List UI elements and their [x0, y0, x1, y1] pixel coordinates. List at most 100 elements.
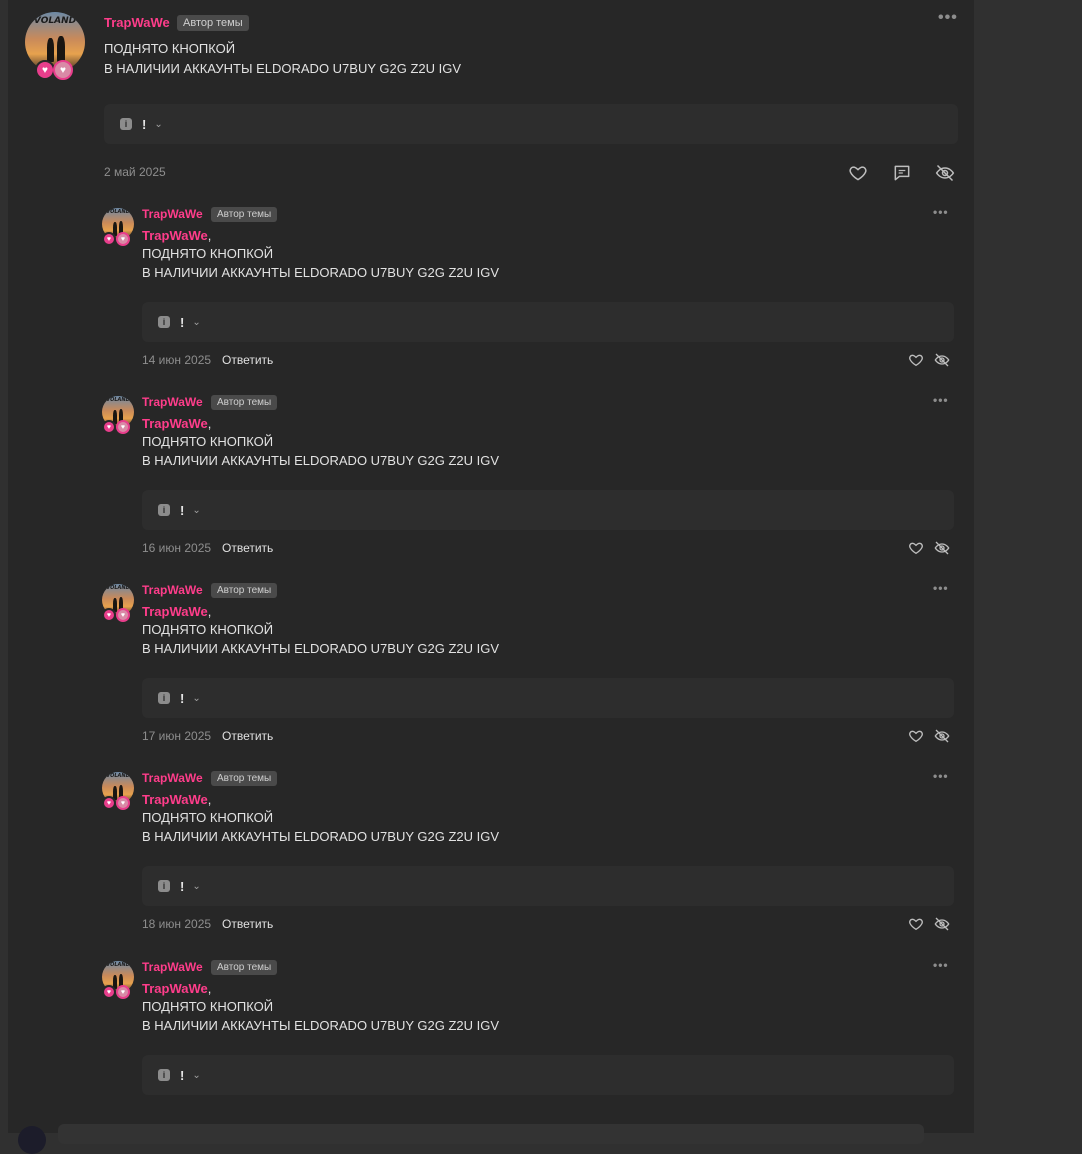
- info-icon: i: [158, 316, 170, 328]
- heart-badge-secondary[interactable]: ♥: [116, 796, 130, 810]
- more-dots-icon[interactable]: •••: [933, 205, 949, 219]
- username-link[interactable]: TrapWaWe: [104, 15, 170, 30]
- reply-button[interactable]: Ответить: [222, 353, 273, 367]
- heart-badge[interactable]: ♥: [102, 420, 116, 434]
- heart-icon[interactable]: [908, 728, 924, 744]
- post-line-1: ПОДНЯТО КНОПКОЙ: [142, 434, 274, 449]
- avatar-logo: VOLAND: [106, 585, 130, 591]
- post-line-2: В НАЛИЧИИ АККАУНТЫ ELDORADO U7BUY G2G Z2…: [142, 265, 500, 280]
- post-line-2: В НАЛИЧИИ АККАУНТЫ ELDORADO U7BUY G2G Z2…: [142, 453, 500, 468]
- reply-post: VOLAND ♥ ♥ TrapWaWe Автор темы ••• TrapW…: [8, 388, 974, 576]
- more-dots-icon[interactable]: •••: [933, 393, 949, 407]
- spoiler-toggle[interactable]: i ! ⌄: [142, 866, 954, 906]
- eye-off-icon[interactable]: [933, 728, 951, 744]
- post-date[interactable]: 18 июн 2025: [142, 917, 211, 931]
- author-tag: Автор темы: [177, 15, 249, 31]
- spoiler-title: !: [180, 878, 185, 894]
- current-user-avatar[interactable]: [18, 1126, 46, 1154]
- post-date[interactable]: 14 июн 2025: [142, 353, 211, 367]
- main-post: VOLAND ♥ ♥ TrapWaWe Автор темы ••• ПОДНЯ…: [8, 0, 974, 190]
- post-date[interactable]: 16 июн 2025: [142, 541, 211, 555]
- post-line-1: ПОДНЯТО КНОПКОЙ: [104, 41, 236, 56]
- thread-panel: VOLAND ♥ ♥ TrapWaWe Автор темы ••• ПОДНЯ…: [8, 0, 974, 1133]
- avatar-logo: VOLAND: [106, 209, 130, 215]
- spoiler-title: !: [142, 116, 147, 132]
- heart-icon[interactable]: [908, 540, 924, 556]
- chevron-down-icon: ⌄: [154, 118, 163, 130]
- heart-badge[interactable]: ♥: [102, 232, 116, 246]
- spoiler-toggle[interactable]: i ! ⌄: [142, 302, 954, 342]
- eye-off-icon[interactable]: [933, 916, 951, 932]
- username-link[interactable]: TrapWaWe: [142, 583, 203, 597]
- username-link[interactable]: TrapWaWe: [142, 960, 203, 974]
- info-icon: i: [158, 504, 170, 516]
- heart-badge-secondary[interactable]: ♥: [116, 232, 130, 246]
- author-tag: Автор темы: [211, 583, 278, 598]
- username-link[interactable]: TrapWaWe: [142, 395, 203, 409]
- heart-badge[interactable]: ♥: [102, 796, 116, 810]
- heart-badge[interactable]: ♥: [102, 608, 116, 622]
- author-tag: Автор темы: [211, 207, 278, 222]
- mention-link[interactable]: TrapWaWe,: [142, 228, 211, 243]
- author-tag: Автор темы: [211, 395, 278, 410]
- more-dots-icon[interactable]: •••: [938, 9, 958, 27]
- mention-link[interactable]: TrapWaWe,: [142, 604, 211, 619]
- reply-post: VOLAND ♥ ♥ TrapWaWe Автор темы ••• TrapW…: [8, 576, 974, 764]
- avatar-logo: VOLAND: [106, 773, 130, 779]
- chevron-down-icon: ⌄: [192, 316, 201, 328]
- more-dots-icon[interactable]: •••: [933, 769, 949, 783]
- post-date[interactable]: 2 май 2025: [104, 165, 166, 179]
- more-dots-icon[interactable]: •••: [933, 958, 949, 972]
- chevron-down-icon: ⌄: [192, 692, 201, 704]
- mention-link[interactable]: TrapWaWe,: [142, 416, 211, 431]
- heart-badge[interactable]: ♥: [102, 985, 116, 999]
- author-tag: Автор темы: [211, 771, 278, 786]
- comment-icon[interactable]: [892, 163, 912, 183]
- heart-badge-secondary[interactable]: ♥: [116, 608, 130, 622]
- reply-input[interactable]: [58, 1124, 924, 1144]
- reply-button[interactable]: Ответить: [222, 917, 273, 931]
- reply-post: VOLAND ♥ ♥ TrapWaWe Автор темы ••• TrapW…: [8, 200, 974, 388]
- eye-off-icon[interactable]: [933, 540, 951, 556]
- reply-button[interactable]: Ответить: [222, 729, 273, 743]
- post-line-1: ПОДНЯТО КНОПКОЙ: [142, 246, 274, 261]
- username-link[interactable]: TrapWaWe: [142, 207, 203, 221]
- eye-off-icon[interactable]: [933, 352, 951, 368]
- spoiler-title: !: [180, 314, 185, 330]
- more-dots-icon[interactable]: •••: [933, 581, 949, 595]
- info-icon: i: [158, 692, 170, 704]
- post-date[interactable]: 17 июн 2025: [142, 729, 211, 743]
- spoiler-title: !: [180, 1067, 185, 1083]
- spoiler-toggle[interactable]: i ! ⌄: [104, 104, 958, 144]
- reply-button[interactable]: Ответить: [222, 541, 273, 555]
- info-icon: i: [158, 1069, 170, 1081]
- mention-link[interactable]: TrapWaWe,: [142, 792, 211, 807]
- heart-badge-secondary[interactable]: ♥: [116, 420, 130, 434]
- info-icon: i: [158, 880, 170, 892]
- spoiler-toggle[interactable]: i ! ⌄: [142, 678, 954, 718]
- heart-badge[interactable]: ♥: [35, 60, 55, 80]
- spoiler-toggle[interactable]: i ! ⌄: [142, 1055, 954, 1095]
- spoiler-toggle[interactable]: i ! ⌄: [142, 490, 954, 530]
- chevron-down-icon: ⌄: [192, 1069, 201, 1081]
- post-line-1: ПОДНЯТО КНОПКОЙ: [142, 999, 274, 1014]
- mention-link[interactable]: TrapWaWe,: [142, 981, 211, 996]
- post-line-2: В НАЛИЧИИ АККАУНТЫ ELDORADO U7BUY G2G Z2…: [142, 641, 500, 656]
- post-line-1: ПОДНЯТО КНОПКОЙ: [142, 622, 274, 637]
- heart-icon[interactable]: [848, 163, 868, 183]
- avatar-logo: VOLAND: [106, 962, 130, 968]
- chevron-down-icon: ⌄: [192, 880, 201, 892]
- avatar-logo: VOLAND: [106, 397, 130, 403]
- info-icon: i: [120, 118, 132, 130]
- chevron-down-icon: ⌄: [192, 504, 201, 516]
- heart-icon[interactable]: [908, 352, 924, 368]
- username-link[interactable]: TrapWaWe: [142, 771, 203, 785]
- spoiler-title: !: [180, 690, 185, 706]
- reply-post: VOLAND ♥ ♥ TrapWaWe Автор темы ••• TrapW…: [8, 764, 974, 952]
- heart-icon[interactable]: [908, 916, 924, 932]
- eye-off-icon[interactable]: [935, 163, 955, 183]
- heart-badge-secondary[interactable]: ♥: [53, 60, 73, 80]
- heart-badge-secondary[interactable]: ♥: [116, 985, 130, 999]
- post-line-2: В НАЛИЧИИ АККАУНТЫ ELDORADO U7BUY G2G Z2…: [104, 61, 462, 76]
- post-line-2: В НАЛИЧИИ АККАУНТЫ ELDORADO U7BUY G2G Z2…: [142, 1018, 500, 1033]
